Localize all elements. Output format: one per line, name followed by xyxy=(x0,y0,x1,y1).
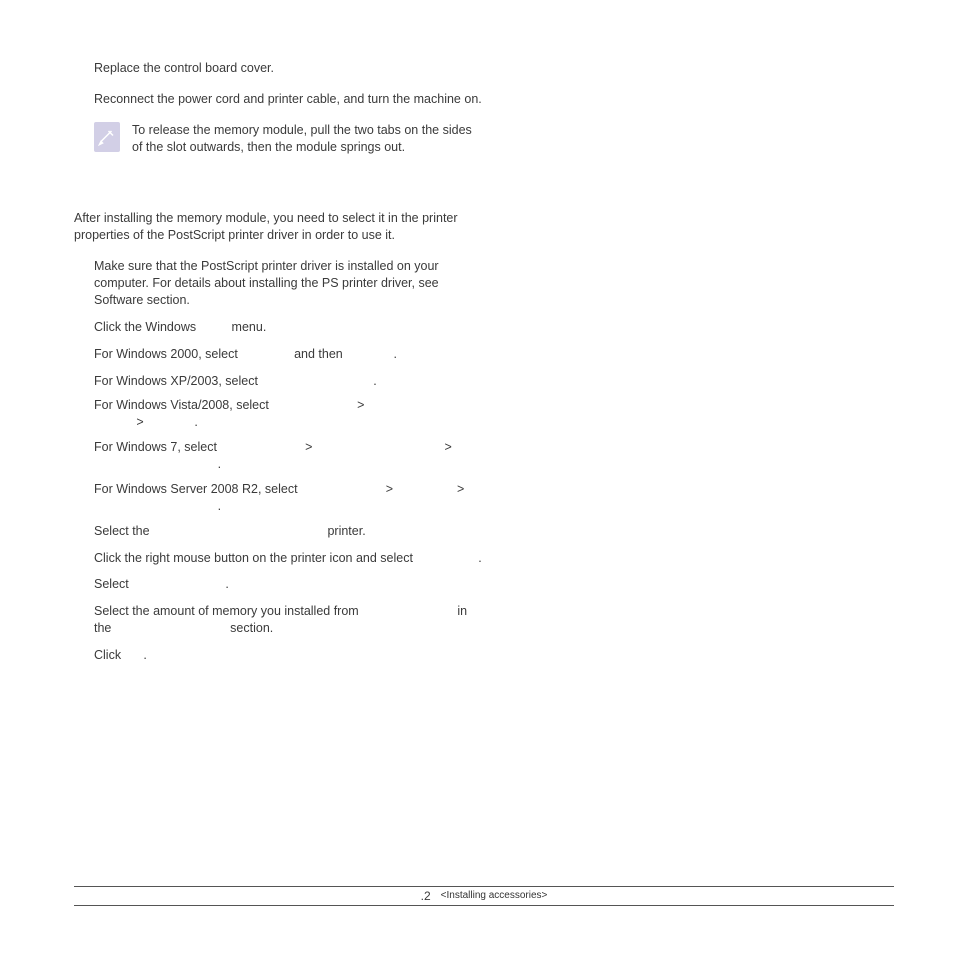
note-icon xyxy=(94,122,120,152)
item-number: 6 xyxy=(74,576,81,593)
item-text: Click the right mouse button on the prin… xyxy=(94,551,482,565)
step-text: Replace the control board cover. xyxy=(94,61,274,75)
item-number: 7 xyxy=(74,603,81,620)
left-column: 8 Replace the control board cover. 9 Rec… xyxy=(74,60,484,664)
item-text: Select Device Settings. xyxy=(94,577,229,591)
list-item-8: 8 Click OK. xyxy=(94,647,484,664)
item-number: 8 xyxy=(74,647,81,664)
list-item-4: 4 Select the Samsung ML-2855 Series PS p… xyxy=(94,523,484,540)
list-item-2: 2 Click the Windows Start menu. xyxy=(94,319,484,336)
step-number: 8 xyxy=(74,60,81,77)
list-item-7: 7 Select the amount of memory you instal… xyxy=(94,603,484,637)
item-text: Click the Windows Start menu. xyxy=(94,320,266,334)
item-number: 1 xyxy=(74,258,81,275)
note-text: To release the memory module, pull the t… xyxy=(132,122,484,156)
list-item-3e: For Windows Server 2008 R2, select Contr… xyxy=(94,481,484,515)
intro-text: After installing the memory module, you … xyxy=(74,210,484,244)
item-number: 2 xyxy=(74,319,81,336)
list-item-3c: For Windows Vista/2008, select Control P… xyxy=(94,397,484,431)
list-item-3b: For Windows XP/2003, select Printers and… xyxy=(94,373,484,390)
step-number: 9 xyxy=(74,91,81,108)
section-title: Activating the added memory in the PS pr… xyxy=(74,186,484,203)
item-text: Select the amount of memory you installe… xyxy=(94,604,467,635)
item-text: For Windows 2000, select Settings and th… xyxy=(94,347,397,361)
list-item-6: 6 Select Device Settings. xyxy=(94,576,484,593)
list-item-3d: For Windows 7, select Control Panel > Ha… xyxy=(94,439,484,473)
item-text: Make sure that the PostScript printer dr… xyxy=(94,259,439,307)
step-9: 9 Reconnect the power cord and printer c… xyxy=(94,91,484,108)
item-text: Click OK. xyxy=(94,648,147,662)
note-block: To release the memory module, pull the t… xyxy=(94,122,484,156)
list-item-3: 3 For Windows 2000, select Settings and … xyxy=(94,346,484,363)
item-number: 3 xyxy=(74,346,81,363)
chapter-title: <Installing accessories> xyxy=(441,889,548,903)
item-text: Select the Samsung ML-2855 Series PS pri… xyxy=(94,524,366,538)
item-number: 5 xyxy=(74,550,81,567)
page-content: 8 Replace the control board cover. 9 Rec… xyxy=(74,60,894,674)
page-footer: .2 <Installing accessories> xyxy=(74,886,894,906)
list-item-5: 5 Click the right mouse button on the pr… xyxy=(94,550,484,567)
list-item-1: 1 Make sure that the PostScript printer … xyxy=(94,258,484,309)
step-8: 8 Replace the control board cover. xyxy=(94,60,484,77)
step-text: Reconnect the power cord and printer cab… xyxy=(94,92,482,106)
item-number: 4 xyxy=(74,523,81,540)
page-number: .2 xyxy=(421,888,431,904)
